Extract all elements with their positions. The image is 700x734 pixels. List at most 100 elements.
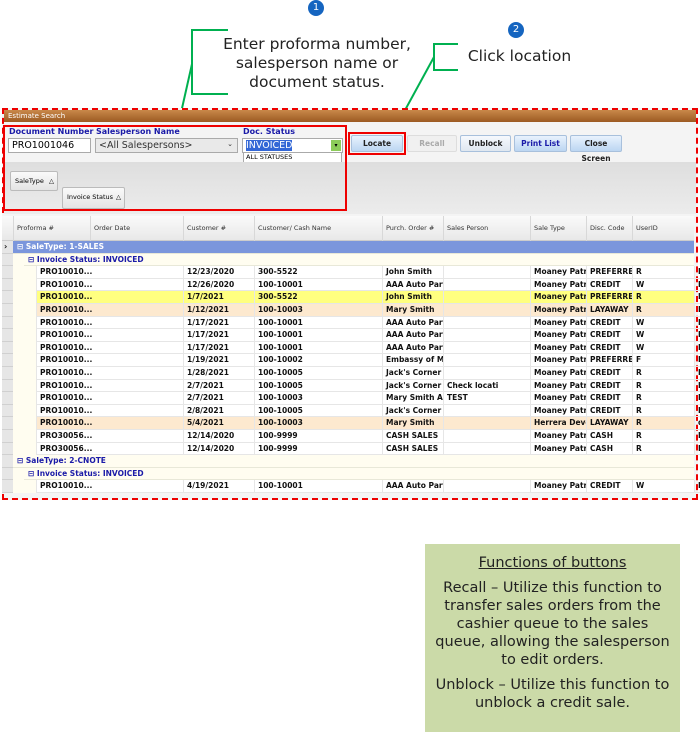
table-row[interactable]: PRO10010... 1/12/2021 100-10003 Mary Smith M… [2,304,700,317]
cell-proforma: PRO10010... [36,354,183,367]
cell-proforma: PRO10010... [36,367,183,380]
row-selector[interactable] [2,316,13,330]
row-selector[interactable] [2,417,13,430]
row-selector[interactable] [2,341,13,355]
cell-order-date: 4/19/2021 [183,480,254,493]
collapse-icon[interactable]: ⊟ [28,255,37,264]
cell-userid: PATM [694,304,700,317]
table-row[interactable]: PRO10010... 1/17/2021 100-10001 AAA Auto Pa… [2,341,700,355]
cell-customer-cash-name: Jack's Corner Store [382,404,443,418]
group-row-saletype[interactable]: ⊟ SaleType: 2-CNOTE [2,455,694,468]
group-row-invoice-status[interactable]: ⊟ Invoice Status: INVOICED [2,253,694,267]
cell-sales-person: Moaney Patricia A... [530,354,586,367]
cell-sale-type: PREFERRED [586,291,632,304]
row-selector[interactable] [2,278,13,292]
close-screen-button[interactable]: Close Screen [570,135,622,163]
cell-sales-person: Moaney Patricia A... [530,278,586,292]
column-header[interactable]: Order Date [90,216,183,241]
row-selector[interactable] [2,367,13,380]
table-row[interactable]: PRO10010... 1/17/2021 100-10001 AAA Auto Pa… [2,316,700,330]
cell-purch-order [443,430,530,443]
group-label: Invoice Status: INVOICED [36,254,144,264]
column-header[interactable]: Customer # [183,216,254,241]
cell-sale-type: CREDIT [586,278,632,292]
cell-sales-person: Moaney Patricia A... [530,392,586,405]
cell-order-date: 5/4/2021 [183,417,254,430]
cell-order-date: 1/17/2021 [183,316,254,330]
cell-userid: PATM [694,291,700,304]
cell-sale-type: CREDIT [586,379,632,393]
cell-customer: 100-10003 [254,392,382,405]
column-header[interactable]: Sale Type [530,216,586,241]
table-row[interactable]: PRO10010... 1/19/2021 100-10002 Embassy of … [2,354,700,367]
row-selector[interactable] [2,304,13,317]
table-row[interactable]: PRO10010... 1/7/2021 300-5522 John Smith Moa… [2,291,700,304]
note-recall: Recall – Utilize this function to transf… [435,580,670,668]
row-selector[interactable] [2,404,13,418]
cell-order-date: 12/26/2020 [183,278,254,292]
table-row[interactable]: PRO10010... 2/7/2021 100-10005 Jack's Corne… [2,379,700,393]
row-selector[interactable] [2,291,13,304]
cell-customer-cash-name: AAA Auto Parts [382,316,443,330]
collapse-icon[interactable]: ⊟ [28,469,37,478]
row-selector[interactable] [2,430,13,443]
cell-proforma: PRO10010... [36,341,183,355]
collapse-icon[interactable]: ⊟ [17,242,26,251]
note-title: Functions of buttons [478,555,627,571]
cell-customer: 100-10002 [254,354,382,367]
collapse-icon[interactable]: ⊟ [17,456,26,465]
table-row[interactable]: PRO10010... 12/23/2020 300-5522 John Smith M… [2,266,700,279]
cell-sales-person: Moaney Patricia A... [530,404,586,418]
cell-proforma: PRO30056... [36,442,183,456]
row-selector[interactable] [2,455,13,468]
group-row-saletype[interactable]: › ⊟ SaleType: 1-SALES [2,241,694,254]
row-selector[interactable] [2,379,13,393]
cell-disc-code: R [632,266,694,279]
table-row[interactable]: PRO10010... 4/19/2021 100-10001 AAA Auto Pa… [2,480,700,493]
row-selector[interactable] [2,266,13,279]
row-selector[interactable] [2,392,13,405]
column-header[interactable]: Customer/ Cash Name [254,216,382,241]
cell-order-date: 2/7/2021 [183,392,254,405]
cell-sales-person: Moaney Patricia A... [530,442,586,456]
column-header[interactable]: Disc. Code [586,216,632,241]
table-row[interactable]: PRO10010... 2/7/2021 100-10003 Mary Smith A… [2,392,700,405]
cell-customer-cash-name: Jack's Corner Store [382,367,443,380]
print-list-button[interactable]: Print List [514,135,567,152]
cell-sale-type: PREFERRED [586,266,632,279]
table-row[interactable]: PRO10010... 2/8/2021 100-10005 Jack's Corne… [2,404,700,418]
cell-customer: 100-10001 [254,341,382,355]
row-selector[interactable] [2,354,13,367]
cell-userid: PATM [694,341,700,355]
cell-disc-code: W [632,480,694,493]
row-selector[interactable]: › [2,241,13,254]
cell-order-date: 12/14/2020 [183,442,254,456]
unblock-button[interactable]: Unblock [460,135,511,152]
cell-order-date: 1/17/2021 [183,341,254,355]
cell-userid: PATM [694,379,700,393]
cell-purch-order [443,442,530,456]
group-label: SaleType: 2-CNOTE [25,456,106,466]
row-selector[interactable] [2,442,13,456]
cell-userid: PATM [694,367,700,380]
group-row-invoice-status[interactable]: ⊟ Invoice Status: INVOICED [2,467,694,481]
cell-purch-order [443,404,530,418]
cell-sale-type: CREDIT [586,316,632,330]
table-row[interactable]: PRO10010... 1/17/2021 100-10001 AAA Auto Pa… [2,329,700,342]
row-selector[interactable] [2,329,13,342]
table-row[interactable]: PRO10010... 1/28/2021 100-10005 Jack's Corn… [2,367,700,380]
recall-button[interactable]: Recall [407,135,457,152]
column-header[interactable]: Proforma # [13,216,90,241]
table-row[interactable]: PRO10010... 5/4/2021 100-10003 Mary Smith He… [2,417,700,430]
column-header[interactable]: UserID [632,216,694,241]
table-row[interactable]: PRO30056... 12/14/2020 100-9999 CASH SALES M… [2,442,700,456]
column-header[interactable]: Sales Person [443,216,530,241]
row-selector[interactable] [2,480,13,493]
table-row[interactable]: PRO30056... 12/14/2020 100-9999 CASH SALES M… [2,430,700,443]
row-selector[interactable] [2,253,13,267]
cell-proforma: PRO10010... [36,316,183,330]
row-selector[interactable] [2,467,13,481]
table-row[interactable]: PRO10010... 12/26/2020 100-10001 AAA Auto P… [2,278,700,292]
column-header[interactable]: Purch. Order # [382,216,443,241]
cell-sales-person: Moaney Patricia A... [530,304,586,317]
